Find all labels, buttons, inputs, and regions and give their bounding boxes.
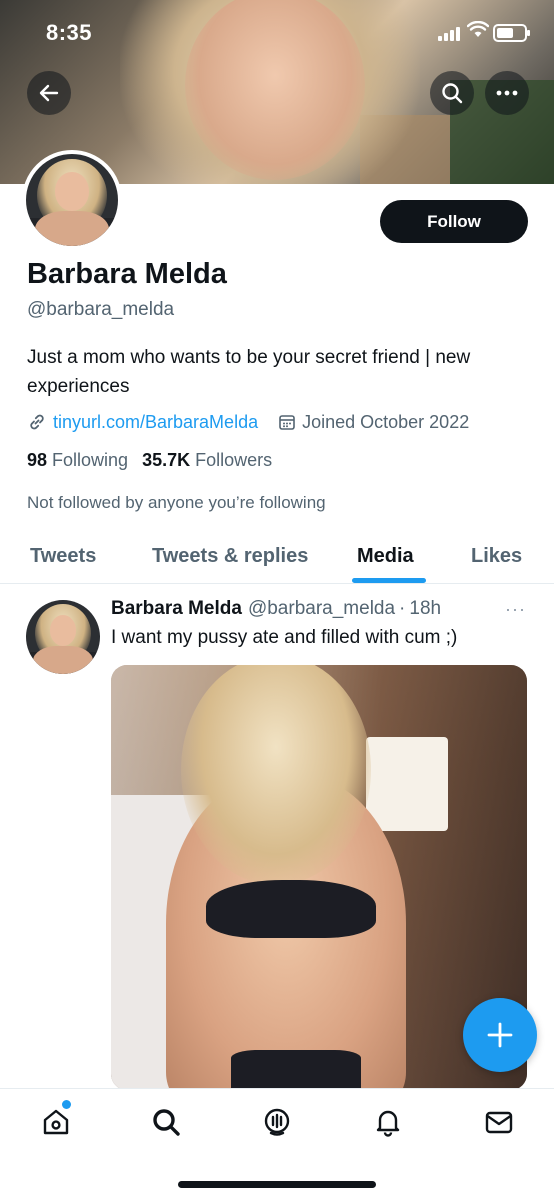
tab-tweets-replies[interactable]: Tweets & replies [152, 528, 308, 584]
search-icon [153, 1109, 180, 1136]
nav-home[interactable] [38, 1104, 74, 1140]
home-indicator [178, 1181, 376, 1188]
profile-link[interactable]: tinyurl.com/BarbaraMelda [27, 412, 258, 433]
compose-tweet-button[interactable] [463, 998, 537, 1072]
profile-joined-text: Joined October 2022 [302, 411, 470, 432]
followers-label: Followers [195, 450, 273, 470]
profile-search-button[interactable] [430, 71, 474, 115]
following-label: Following [52, 450, 129, 470]
signal-icon [438, 27, 460, 41]
profile-joined: Joined October 2022 [278, 412, 469, 433]
more-options-button[interactable] [485, 71, 529, 115]
profile-name: Barbara Melda [27, 258, 227, 290]
nav-notifications[interactable] [370, 1104, 406, 1140]
following-count: 98 [27, 450, 48, 470]
link-icon [30, 414, 44, 430]
battery-icon [493, 24, 530, 42]
active-tab-indicator [352, 578, 426, 583]
nav-search[interactable] [148, 1104, 184, 1140]
plus-icon [487, 1022, 513, 1048]
tab-media[interactable]: Media [357, 528, 414, 584]
tab-likes[interactable]: Likes [471, 528, 522, 584]
home-icon [43, 1109, 69, 1135]
arrow-left-icon [39, 84, 59, 102]
tweet-more-icon[interactable]: ··· [505, 599, 526, 620]
profile-link-text[interactable]: tinyurl.com/BarbaraMelda [53, 412, 258, 433]
tweet-time[interactable]: 18h [409, 598, 441, 620]
profile-counts: 98 Following 35.7K Followers [27, 450, 286, 471]
status-bar: 8:35 [0, 0, 554, 66]
status-time: 8:35 [46, 20, 93, 45]
profile-handle: @barbara_melda [27, 299, 175, 320]
tweet-text: I want my pussy ate and filled with cum … [111, 627, 458, 648]
profile-bio: Just a mom who wants to be your secret f… [27, 347, 471, 397]
home-notification-dot [62, 1100, 71, 1109]
calendar-icon [279, 415, 295, 430]
bell-icon [376, 1110, 400, 1137]
follow-button[interactable]: Follow [380, 200, 528, 243]
nav-messages[interactable] [481, 1104, 517, 1140]
wifi-icon [466, 20, 490, 45]
tweet-separator: · [399, 598, 406, 619]
nav-spaces[interactable] [259, 1104, 295, 1140]
profile-avatar[interactable] [22, 150, 122, 250]
media-garment-top [206, 880, 376, 938]
tweet-author-name[interactable]: Barbara Melda [111, 598, 242, 620]
tweet-header: Barbara Melda @barbara_melda · 18h [111, 598, 441, 620]
profile-tabs: Tweets Tweets & replies Media Likes [0, 528, 554, 584]
tab-tweets[interactable]: Tweets [30, 528, 96, 584]
following-link[interactable]: 98 Following [27, 450, 128, 471]
back-button[interactable] [27, 71, 71, 115]
profile-meta: tinyurl.com/BarbaraMelda Joined October … [27, 409, 469, 435]
tweet-avatar[interactable] [26, 600, 100, 674]
search-icon [442, 83, 463, 104]
spaces-icon [264, 1108, 290, 1136]
media-garment-bottom [231, 1050, 361, 1090]
envelope-icon [485, 1111, 513, 1134]
media-lamp [366, 737, 448, 831]
not-followed-text: Not followed by anyone you’re following [27, 493, 326, 512]
followers-count: 35.7K [142, 450, 191, 470]
more-horizontal-icon [496, 90, 518, 96]
media-person-hair [181, 665, 371, 885]
followers-link[interactable]: 35.7K Followers [142, 450, 272, 471]
tweet-author-handle[interactable]: @barbara_melda [248, 598, 395, 620]
